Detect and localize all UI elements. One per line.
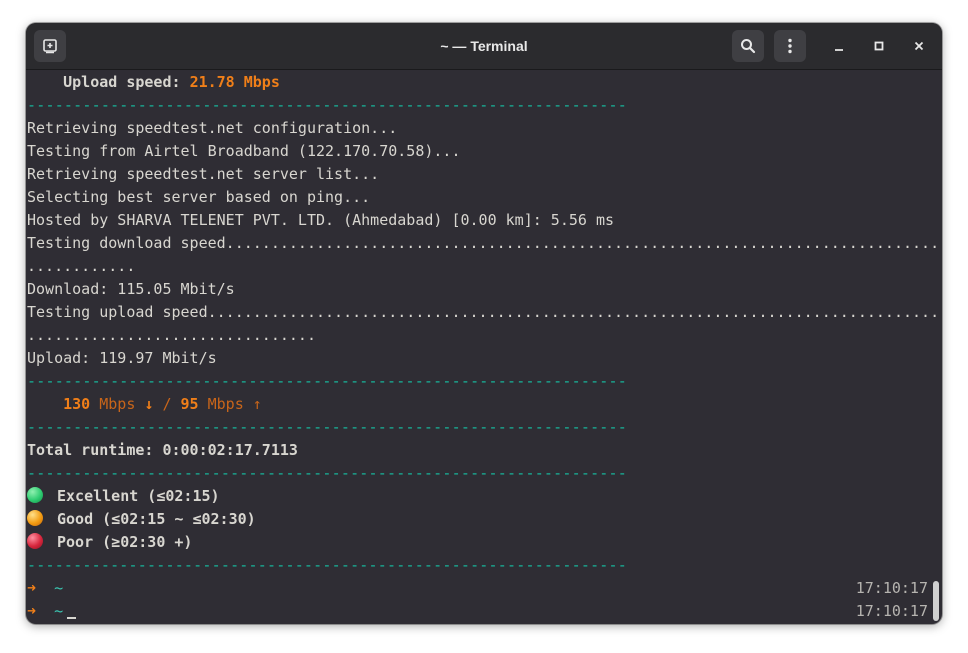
text-cursor [67, 603, 77, 619]
upload-speed-value: 21.78 Mbps [189, 73, 280, 91]
minimize-button[interactable] [827, 34, 851, 58]
output-line: Retrieving speedtest.net server list... [27, 165, 380, 183]
orange-circle-icon [27, 510, 43, 526]
divider: ----------------------------------------… [27, 418, 627, 436]
divider: ----------------------------------------… [27, 556, 627, 574]
output-line: Selecting best server based on ping... [27, 188, 371, 206]
output-line: Download: 115.05 Mbit/s [27, 280, 235, 298]
maximize-button[interactable] [867, 34, 891, 58]
prompt-directory: ~ [54, 579, 64, 597]
prompt-arrow-icon: ➜ [27, 579, 37, 597]
legend-label: Excellent (≤02:15) [57, 487, 220, 505]
legend-label: Good (≤02:15 ~ ≤02:30) [57, 510, 256, 528]
output-line: ................................ [27, 326, 316, 344]
upload-arrow-icon: ↑ [252, 395, 262, 413]
divider: ----------------------------------------… [27, 96, 627, 114]
legend-good: Good (≤02:15 ~ ≤02:30) [27, 508, 256, 531]
legend-label: Poor (≥02:30 +) [57, 533, 193, 551]
close-icon [914, 41, 924, 51]
total-runtime: Total runtime: 0:00:02:17.7113 [27, 441, 298, 459]
upload-value: 95 [180, 395, 199, 413]
output-line: Hosted by SHARVA TELENET PVT. LTD. (Ahme… [27, 211, 614, 229]
prompt-line: ➜ ~ [27, 577, 63, 600]
prompt-timestamp: 17:10:17 [855, 579, 928, 597]
upload-speed-line: Upload speed: 21.78 Mbps [27, 71, 280, 94]
download-arrow-icon: ↓ [144, 395, 154, 413]
search-icon [741, 39, 756, 54]
prompt-timestamp: 17:10:17 [855, 602, 928, 620]
divider: ----------------------------------------… [27, 464, 627, 482]
prompt-line: ➜ ~ [27, 600, 77, 623]
red-circle-icon [27, 533, 43, 549]
download-unit: Mbps [99, 395, 136, 413]
legend-poor: Poor (≥02:30 +) [27, 531, 192, 554]
scrollbar-thumb[interactable] [933, 581, 939, 621]
terminal-output[interactable]: Upload speed: 21.78 Mbps ---------------… [26, 70, 942, 624]
title-bar: ~ — Terminal [26, 23, 942, 70]
output-line: Testing download speed..................… [27, 234, 942, 252]
output-line: Retrieving speedtest.net configuration..… [27, 119, 398, 137]
green-circle-icon [27, 487, 43, 503]
download-value: 130 [63, 395, 91, 413]
upload-unit: Mbps [207, 395, 244, 413]
legend-excellent: Excellent (≤02:15) [27, 485, 220, 508]
output-line: Testing from Airtel Broadband (122.170.7… [27, 142, 461, 160]
close-button[interactable] [907, 34, 931, 58]
upload-speed-label: Upload speed: [63, 73, 190, 91]
minimize-icon [835, 49, 843, 51]
divider: ----------------------------------------… [27, 372, 627, 390]
maximize-icon [874, 41, 884, 51]
terminal-window: ~ — Terminal Upload speed: 21.78 Mbps --… [26, 23, 942, 624]
prompt-directory: ~ [54, 602, 64, 620]
speed-summary: 130 Mbps ↓ / 95 Mbps ↑ [27, 393, 262, 416]
summary-separator: / [162, 395, 172, 413]
output-line: Upload: 119.97 Mbit/s [27, 349, 217, 367]
kebab-menu-icon [788, 38, 792, 54]
prompt-arrow-icon: ➜ [27, 602, 37, 620]
output-line: Testing upload speed....................… [27, 303, 942, 321]
menu-button[interactable] [774, 30, 806, 62]
search-button[interactable] [732, 30, 764, 62]
output-line: ............ [27, 257, 136, 275]
